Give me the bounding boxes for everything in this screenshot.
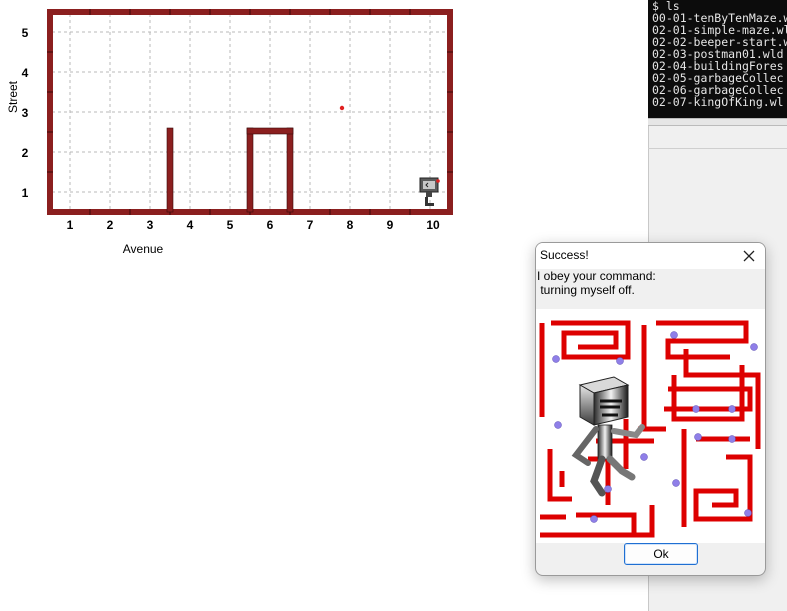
ok-button[interactable]: Ok — [624, 543, 698, 565]
avenue-label: 2 — [107, 218, 114, 232]
world-canvas: 1 2 3 4 5 1 2 3 4 5 6 7 8 9 10 Avenue St… — [6, 9, 453, 256]
robot-maze-image — [536, 309, 765, 543]
street-label: 1 — [22, 186, 29, 200]
avenue-label: 7 — [307, 218, 314, 232]
avenue-label: 9 — [387, 218, 394, 232]
success-dialog: Success! I obey your command: turning my… — [535, 242, 766, 576]
avenue-label: 3 — [147, 218, 154, 232]
y-axis-label: Street — [6, 80, 20, 113]
karel-world-view: 1 2 3 4 5 1 2 3 4 5 6 7 8 9 10 Avenue St… — [0, 0, 470, 265]
dialog-message: I obey your command: turning myself off. — [537, 269, 763, 297]
wall-avenue-6 — [286, 127, 294, 213]
terminal-line: 02-07-kingOfKing.wl — [652, 95, 784, 109]
avenue-label: 6 — [267, 218, 274, 232]
message-line: turning myself off. — [537, 283, 635, 297]
wall-top-avenue-6 — [246, 127, 294, 135]
divider — [648, 148, 787, 149]
avenue-label: 5 — [227, 218, 234, 232]
horizontal-scrollbar[interactable] — [648, 118, 787, 126]
street-label: 4 — [22, 66, 29, 80]
wall-avenue-5 — [246, 127, 254, 213]
dialog-titlebar[interactable]: Success! — [536, 243, 765, 269]
avenue-label: 1 — [67, 218, 74, 232]
wall-avenue-3 — [166, 127, 174, 213]
avenue-label: 10 — [426, 218, 440, 232]
message-line: I obey your command: — [537, 269, 656, 283]
avenue-label: 8 — [347, 218, 354, 232]
beeper — [339, 105, 345, 111]
street-label: 2 — [22, 146, 29, 160]
avenue-label: 4 — [187, 218, 194, 232]
x-axis-label: Avenue — [123, 242, 164, 256]
close-icon[interactable] — [737, 245, 761, 267]
street-label: 3 — [22, 106, 29, 120]
avenue-numbers: 1 2 3 4 5 6 7 8 9 10 — [67, 218, 440, 232]
street-numbers: 1 2 3 4 5 — [22, 26, 29, 200]
dialog-title: Success! — [540, 248, 589, 262]
terminal-output: $ ls 00-01-tenByTenMaze.w 02-01-simple-m… — [648, 0, 787, 118]
street-label: 5 — [22, 26, 29, 40]
